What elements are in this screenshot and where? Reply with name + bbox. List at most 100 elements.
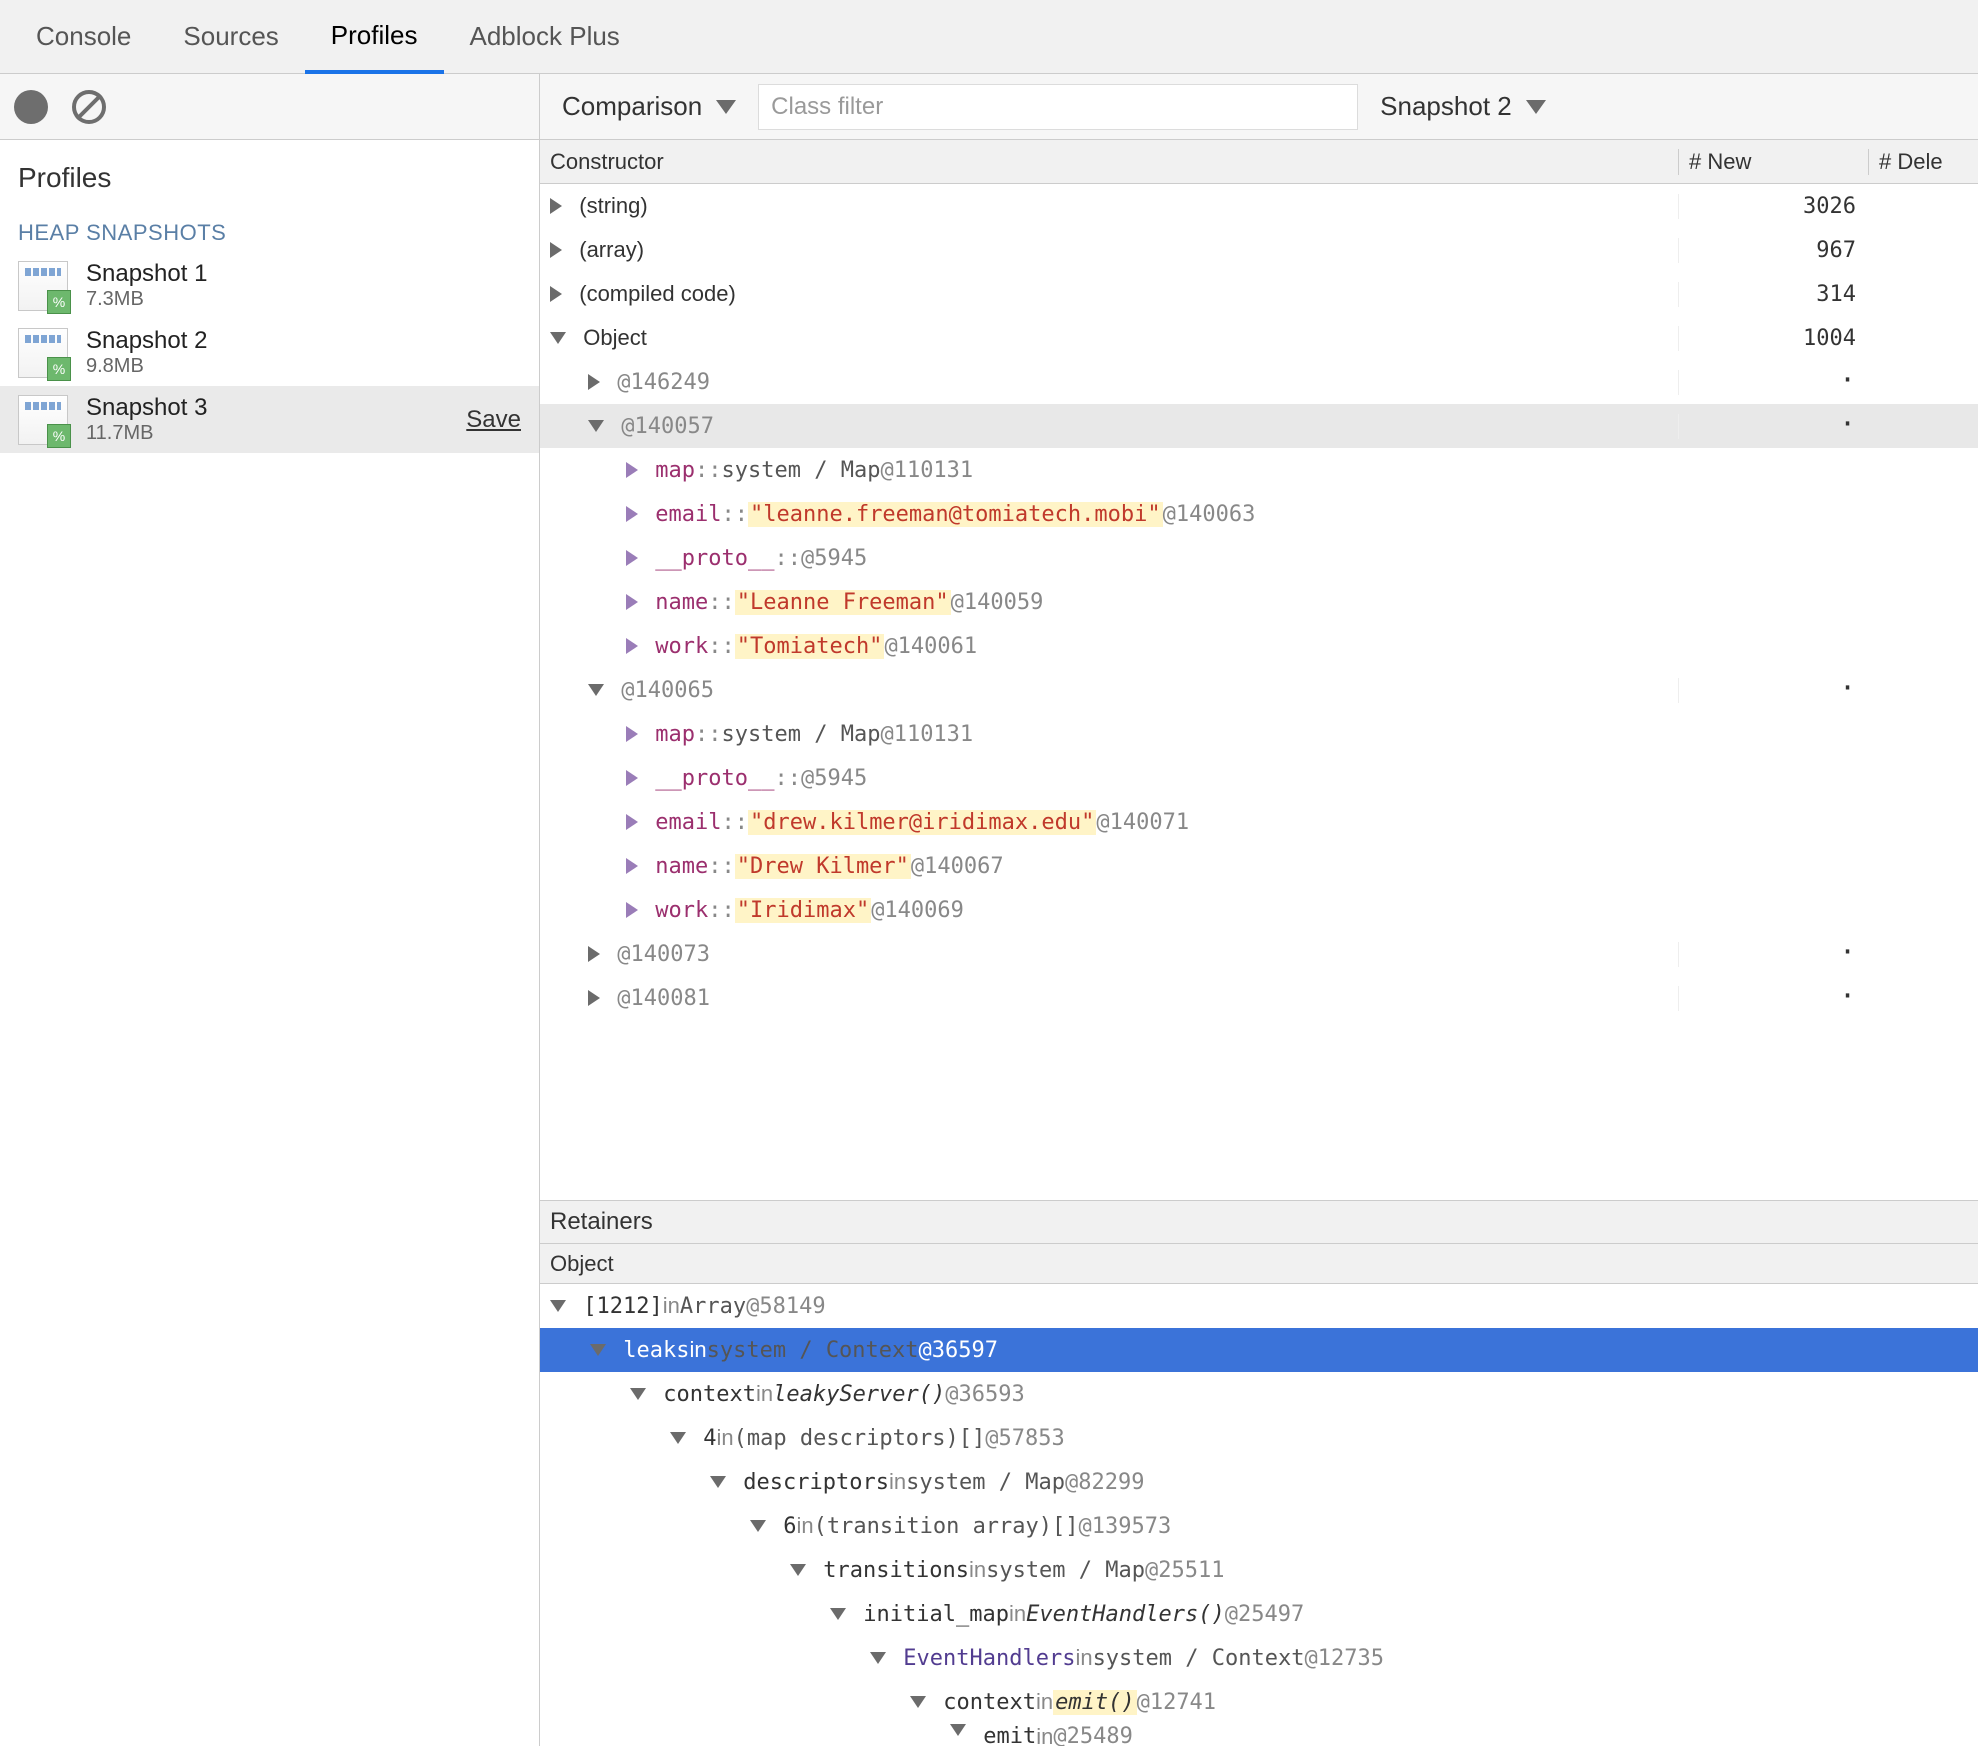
retainer-row[interactable]: transitions in system / Map @25511 — [540, 1548, 1978, 1592]
retainer-row[interactable]: leaks in system / Context @36597 — [540, 1328, 1978, 1372]
retainer-row[interactable]: initial_map in EventHandlers() @25497 — [540, 1592, 1978, 1636]
string-value: "drew.kilmer@iridimax.edu" — [748, 810, 1096, 835]
tree-row[interactable]: __proto__ :: @5945 — [540, 536, 1978, 580]
tree-row[interactable]: email :: "leanne.freeman@tomiatech.mobi"… — [540, 492, 1978, 536]
disclosure-right-icon[interactable] — [626, 770, 638, 786]
disclosure-down-icon[interactable] — [790, 1564, 806, 1576]
retainer-row[interactable]: EventHandlers in system / Context @12735 — [540, 1636, 1978, 1680]
chevron-down-icon — [716, 100, 736, 114]
object-address: @140063 — [1163, 502, 1256, 527]
disclosure-down-icon[interactable] — [590, 1344, 606, 1356]
disclosure-right-icon[interactable] — [626, 902, 638, 918]
disclosure-down-icon[interactable] — [950, 1724, 966, 1736]
snapshot-item[interactable]: Snapshot 2 9.8MB — [0, 319, 539, 386]
snapshot-save-link[interactable]: Save — [466, 406, 521, 434]
clear-icon[interactable] — [72, 90, 106, 124]
tree-row[interactable]: __proto__ :: @5945 — [540, 756, 1978, 800]
object-address: @58149 — [746, 1294, 825, 1319]
disclosure-down-icon[interactable] — [670, 1432, 686, 1444]
disclosure-right-icon[interactable] — [550, 242, 562, 258]
disclosure-down-icon[interactable] — [830, 1608, 846, 1620]
col-constructor-header[interactable]: Constructor — [540, 149, 1678, 175]
disclosure-down-icon[interactable] — [750, 1520, 766, 1532]
disclosure-right-icon[interactable] — [588, 946, 600, 962]
disclosure-down-icon[interactable] — [588, 684, 604, 696]
retainer-row[interactable]: [1212] in Array @58149 — [540, 1284, 1978, 1328]
disclosure-right-icon[interactable] — [588, 374, 600, 390]
tree-row[interactable]: @140057· — [540, 404, 1978, 448]
text: emit — [983, 1724, 1036, 1746]
snapshot-item[interactable]: Snapshot 3 11.7MB Save — [0, 386, 539, 453]
tree-row[interactable]: name :: "Drew Kilmer" @140067 — [540, 844, 1978, 888]
disclosure-right-icon[interactable] — [626, 506, 638, 522]
keyword: in — [756, 1381, 773, 1407]
disclosure-right-icon[interactable] — [626, 462, 638, 478]
tab-sources[interactable]: Sources — [157, 0, 304, 73]
col-new-header[interactable]: # New — [1678, 149, 1868, 175]
disclosure-right-icon[interactable] — [588, 990, 600, 1006]
disclosure-down-icon[interactable] — [588, 420, 604, 432]
tree-row[interactable]: (string)3026 — [540, 184, 1978, 228]
disclosure-right-icon[interactable] — [626, 814, 638, 830]
tree-row[interactable]: work :: "Iridimax" @140069 — [540, 888, 1978, 932]
property-name: email — [655, 502, 721, 527]
object-address: @140057 — [621, 414, 714, 439]
tab-profiles[interactable]: Profiles — [305, 0, 444, 74]
text: descriptors — [743, 1470, 889, 1495]
tab-console[interactable]: Console — [10, 0, 157, 73]
retainer-row[interactable]: descriptors in system / Map @82299 — [540, 1460, 1978, 1504]
compare-dropdown-label: Snapshot 2 — [1380, 91, 1512, 122]
tree-row[interactable]: map :: system / Map @110131 — [540, 712, 1978, 756]
tree-row[interactable]: name :: "Leanne Freeman" @140059 — [540, 580, 1978, 624]
disclosure-right-icon[interactable] — [626, 550, 638, 566]
property-name: map — [655, 722, 695, 747]
tree-row[interactable]: (compiled code)314 — [540, 272, 1978, 316]
tree-row[interactable]: work :: "Tomiatech" @140061 — [540, 624, 1978, 668]
row-label: (array) — [579, 237, 644, 263]
tree-row[interactable]: @146249· — [540, 360, 1978, 404]
retainer-row[interactable]: context in emit() @12741 — [540, 1680, 1978, 1724]
tab-adblock[interactable]: Adblock Plus — [444, 0, 646, 73]
snapshot-name: Snapshot 1 — [86, 260, 207, 288]
disclosure-right-icon[interactable] — [626, 594, 638, 610]
property-name: __proto__ — [655, 546, 774, 571]
col-dele-header[interactable]: # Dele — [1868, 149, 1978, 175]
context-type: system / Map — [906, 1470, 1065, 1495]
class-filter-input[interactable] — [758, 84, 1358, 130]
disclosure-right-icon[interactable] — [626, 858, 638, 874]
compare-dropdown[interactable]: Snapshot 2 — [1372, 91, 1554, 122]
retainer-row[interactable]: emit in @25489 — [540, 1724, 1978, 1746]
object-address: @140061 — [884, 634, 977, 659]
disclosure-down-icon[interactable] — [710, 1476, 726, 1488]
disclosure-down-icon[interactable] — [550, 332, 566, 344]
disclosure-down-icon[interactable] — [550, 1300, 566, 1312]
sidebar-toolbar — [0, 74, 539, 140]
retainer-row[interactable]: 4 in (map descriptors)[] @57853 — [540, 1416, 1978, 1460]
tree-row[interactable]: map :: system / Map @110131 — [540, 448, 1978, 492]
disclosure-right-icon[interactable] — [550, 198, 562, 214]
disclosure-down-icon[interactable] — [630, 1388, 646, 1400]
object-address: @5945 — [801, 766, 867, 791]
disclosure-down-icon[interactable] — [910, 1696, 926, 1708]
disclosure-right-icon[interactable] — [550, 286, 562, 302]
retainer-row[interactable]: 6 in (transition array)[] @139573 — [540, 1504, 1978, 1548]
tree-row[interactable]: (array)967 — [540, 228, 1978, 272]
tree-row[interactable]: @140073· — [540, 932, 1978, 976]
tree-row[interactable]: Object1004 — [540, 316, 1978, 360]
disclosure-right-icon[interactable] — [626, 638, 638, 654]
record-icon[interactable] — [14, 90, 48, 124]
object-address: @140081 — [617, 986, 710, 1011]
disclosure-right-icon[interactable] — [626, 726, 638, 742]
tree-row[interactable]: email :: "drew.kilmer@iridimax.edu" @140… — [540, 800, 1978, 844]
tree-row[interactable]: @140081· — [540, 976, 1978, 1020]
tree-row[interactable]: @140065· — [540, 668, 1978, 712]
retainer-row[interactable]: context in leakyServer() @36593 — [540, 1372, 1978, 1416]
snapshot-item[interactable]: Snapshot 1 7.3MB — [0, 252, 539, 319]
object-address: @140059 — [951, 590, 1044, 615]
constructor-tree[interactable]: (string)3026 (array)967 (compiled code)3… — [540, 184, 1978, 1200]
retainers-tree[interactable]: [1212] in Array @58149 leaks in system /… — [540, 1284, 1978, 1746]
disclosure-down-icon[interactable] — [870, 1652, 886, 1664]
view-dropdown[interactable]: Comparison — [554, 91, 744, 122]
context-type: (map descriptors)[] — [734, 1426, 986, 1451]
object-address: @140073 — [617, 942, 710, 967]
